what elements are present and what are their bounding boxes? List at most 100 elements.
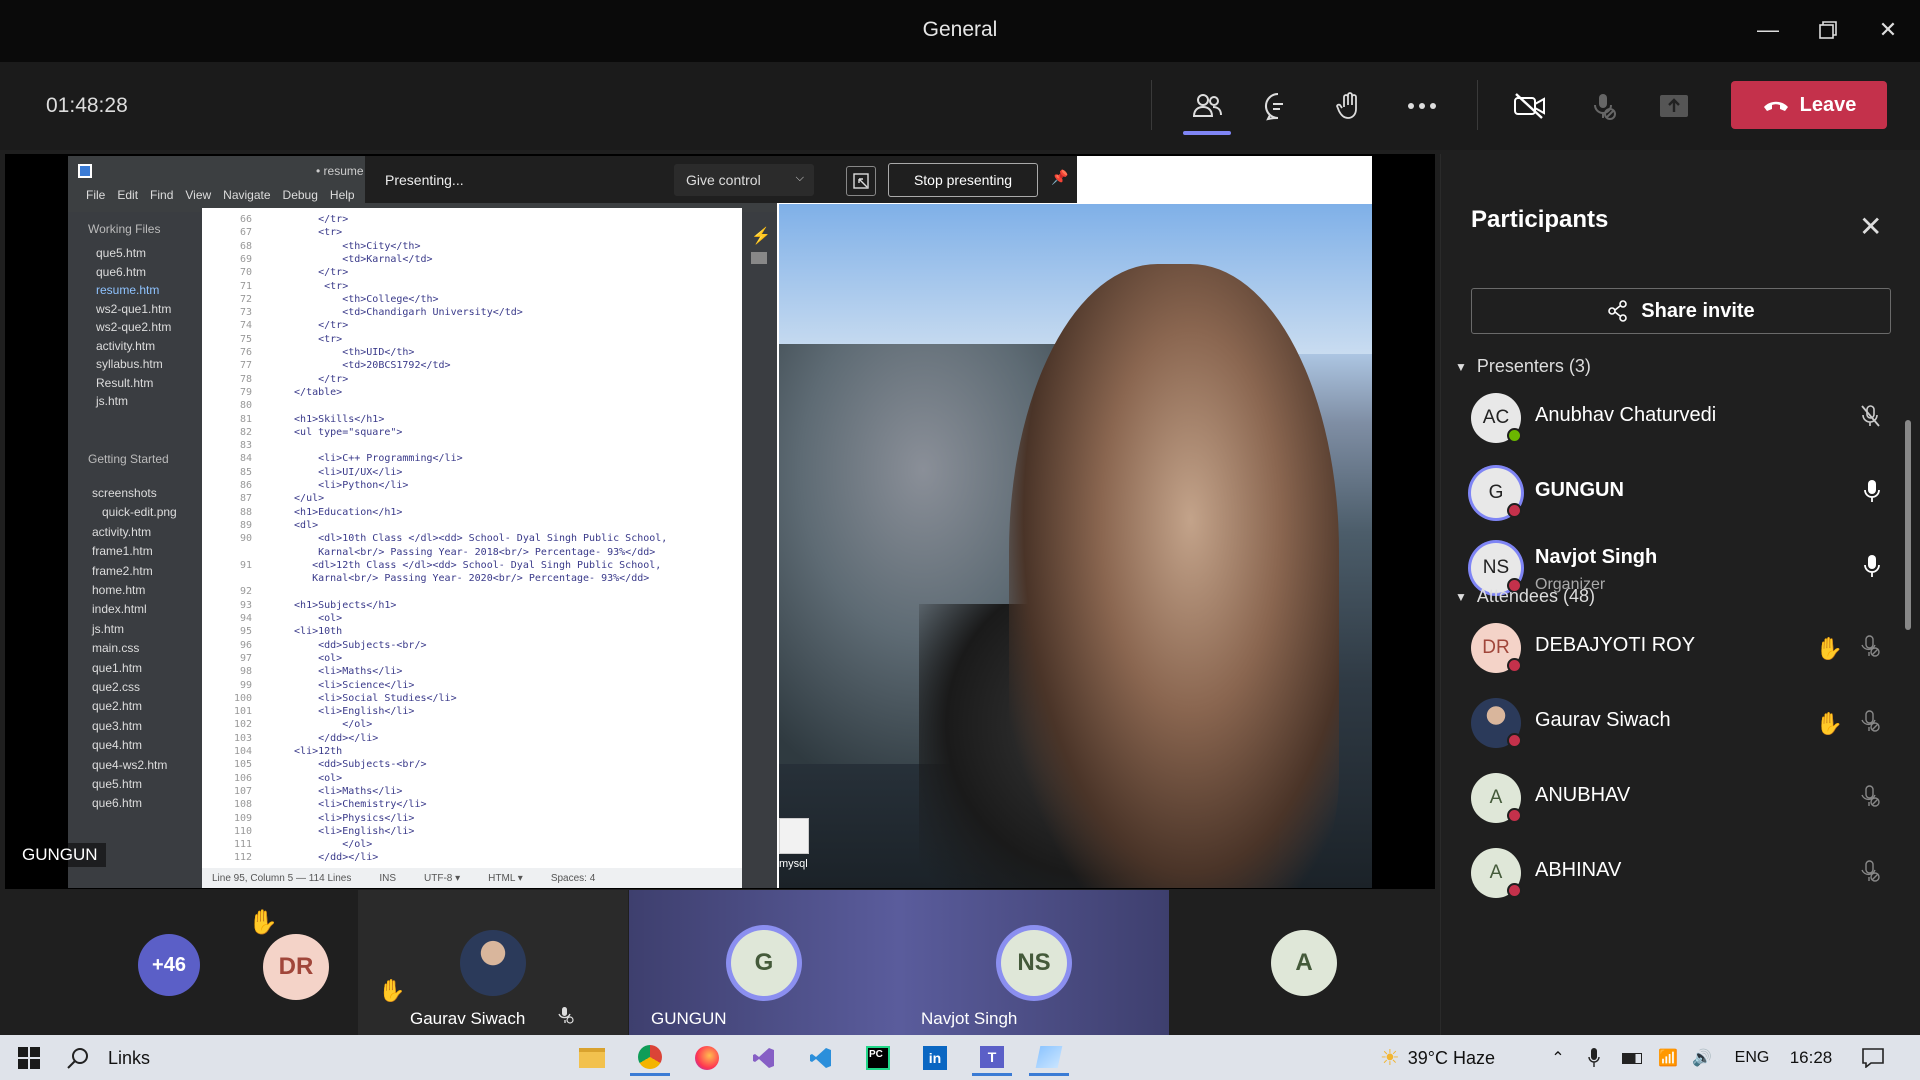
gallery-avatar-g[interactable]: G [731,930,797,996]
code-line[interactable]: <li>UI/UX</li> [282,467,402,478]
camera-off-icon[interactable] [1505,82,1555,130]
code-line[interactable]: <li>Maths</li> [282,666,402,677]
file-tree-item[interactable]: que1.htm [92,661,142,675]
file-tree-item[interactable]: que5.htm [92,777,142,791]
code-line[interactable]: </tr> [282,320,348,331]
attendee-row[interactable]: A ANUBHAV [1471,768,1891,830]
code-line[interactable]: <li>Chemistry</li> [282,799,426,810]
working-file-item[interactable]: que5.htm [96,246,146,260]
working-file-item[interactable]: activity.htm [96,339,155,353]
code-line[interactable]: <ul type="square"> [282,427,402,438]
editor-menu-item[interactable]: View [185,188,211,202]
taskbar-search[interactable]: Links [66,1043,196,1073]
presenter-row[interactable]: G GUNGUN [1471,463,1891,525]
code-line[interactable]: </table> [282,387,342,398]
working-file-item[interactable]: Result.htm [96,376,153,390]
teams-icon[interactable]: T [972,1040,1012,1076]
code-line[interactable]: <li>10th [282,626,342,637]
code-line[interactable]: </dd></li> [282,852,378,863]
working-file-item[interactable]: ws2-que2.htm [96,320,171,334]
code-line[interactable]: <dl>10th Class </dl><dd> School- Dyal Si… [282,533,667,544]
code-line[interactable]: <ol> [282,773,342,784]
file-tree-item[interactable]: que3.htm [92,719,142,733]
code-line[interactable]: </ol> [282,839,372,850]
code-line[interactable]: <dd>Subjects-<br/> [282,759,426,770]
file-tree-item[interactable]: home.htm [92,583,145,597]
chat-icon[interactable] [1253,82,1303,130]
share-tray-icon[interactable] [1649,82,1699,130]
working-file-item[interactable]: js.htm [96,394,128,408]
give-control-dropdown[interactable]: Give control ⌵ [674,164,814,196]
editor-menu-item[interactable]: Help [330,188,355,202]
panel-scrollbar[interactable] [1905,420,1911,630]
weather-widget[interactable]: ☀ 39°C Haze [1380,1043,1570,1073]
file-explorer-icon[interactable] [572,1040,612,1076]
gallery-avatar-a[interactable]: A [1271,930,1337,996]
file-tree-item[interactable]: activity.htm [92,525,151,539]
code-line[interactable]: <h1>Education</h1> [282,507,402,518]
code-line[interactable]: <li>Maths</li> [282,786,402,797]
chrome-icon[interactable] [630,1040,670,1076]
editor-status-item[interactable]: HTML ▾ [488,873,523,884]
code-line[interactable]: <dl> [282,520,318,531]
code-line[interactable]: <dd>Subjects-<br/> [282,640,426,651]
code-line[interactable]: </ol> [282,719,372,730]
start-icon[interactable] [14,1043,44,1073]
file-tree-item[interactable]: main.css [92,641,139,655]
working-file-item[interactable]: que6.htm [96,265,146,279]
close-window-icon[interactable]: ✕ [1868,12,1908,48]
editor-menu-item[interactable]: Navigate [223,188,270,202]
editor-menu-item[interactable]: Find [150,188,173,202]
working-file-item[interactable]: ws2-que1.htm [96,302,171,316]
visual-studio-icon[interactable] [744,1040,784,1076]
overflow-participants-button[interactable]: +46 [138,934,200,996]
attendees-group-header[interactable]: ▼ Attendees (48) [1455,586,1595,607]
linkedin-icon[interactable]: in [915,1040,955,1076]
code-line[interactable]: <li>English</li> [282,706,414,717]
code-line[interactable]: <li>Python</li> [282,480,408,491]
attendee-row[interactable]: Gaurav Siwach ✋ [1471,693,1891,755]
file-tree-item[interactable]: que2.htm [92,699,142,713]
code-line[interactable]: <th>College</th> [282,294,438,305]
raise-hand-icon[interactable] [1325,82,1375,130]
code-line[interactable]: <li>Social Studies</li> [282,693,457,704]
share-invite-button[interactable]: Share invite [1471,288,1891,334]
gallery-avatar-ns[interactable]: NS [1001,930,1067,996]
desktop-file-icon[interactable] [779,818,809,854]
code-line[interactable]: </ul> [282,493,324,504]
code-line[interactable]: </tr> [282,214,348,225]
code-line[interactable]: </dd></li> [282,733,378,744]
extensions-icon[interactable] [751,252,767,264]
code-line[interactable]: <th>UID</th> [282,347,414,358]
more-icon[interactable] [1397,82,1447,130]
code-line[interactable]: <td>Chandigarh University</td> [282,307,523,318]
file-tree-item[interactable]: que4-ws2.htm [92,758,167,772]
code-line[interactable]: <li>English</li> [282,826,414,837]
code-line[interactable]: <h1>Skills</h1> [282,414,384,425]
code-line[interactable]: Karnal<br/> Passing Year- 2018<br/> Perc… [282,547,655,558]
snipping-tool-icon[interactable] [1029,1040,1069,1076]
mic-off-icon[interactable] [1578,82,1628,130]
code-line[interactable]: <td>Karnal</td> [282,254,432,265]
attendee-row[interactable]: A ABHINAV [1471,843,1891,905]
code-line[interactable]: <li>12th [282,746,342,757]
pin-icon[interactable]: 📌 [1051,169,1068,186]
editor-menu-item[interactable]: Edit [117,188,138,202]
microphone-tray-icon[interactable] [1584,1043,1604,1073]
live-preview-icon[interactable]: ⚡ [751,226,771,246]
code-line[interactable]: <tr> [282,334,342,345]
presenter-row[interactable]: AC Anubhav Chaturvedi [1471,388,1891,450]
close-panel-icon[interactable]: ✕ [1859,210,1882,243]
working-file-item[interactable]: resume.htm [96,283,159,297]
code-line[interactable]: <li>C++ Programming</li> [282,453,463,464]
wifi-icon[interactable]: 📶 [1656,1043,1680,1073]
code-line[interactable]: </tr> [282,267,348,278]
battery-icon[interactable] [1620,1043,1644,1073]
file-tree-item[interactable]: js.htm [92,622,124,636]
restore-icon[interactable] [1808,12,1848,48]
file-tree-item[interactable]: screenshots [92,486,157,500]
gallery-avatar-dr[interactable]: DR [263,934,329,1000]
working-file-item[interactable]: syllabus.htm [96,357,163,371]
people-icon[interactable] [1182,82,1232,130]
chevron-up-icon[interactable]: ⌃ [1548,1043,1568,1073]
